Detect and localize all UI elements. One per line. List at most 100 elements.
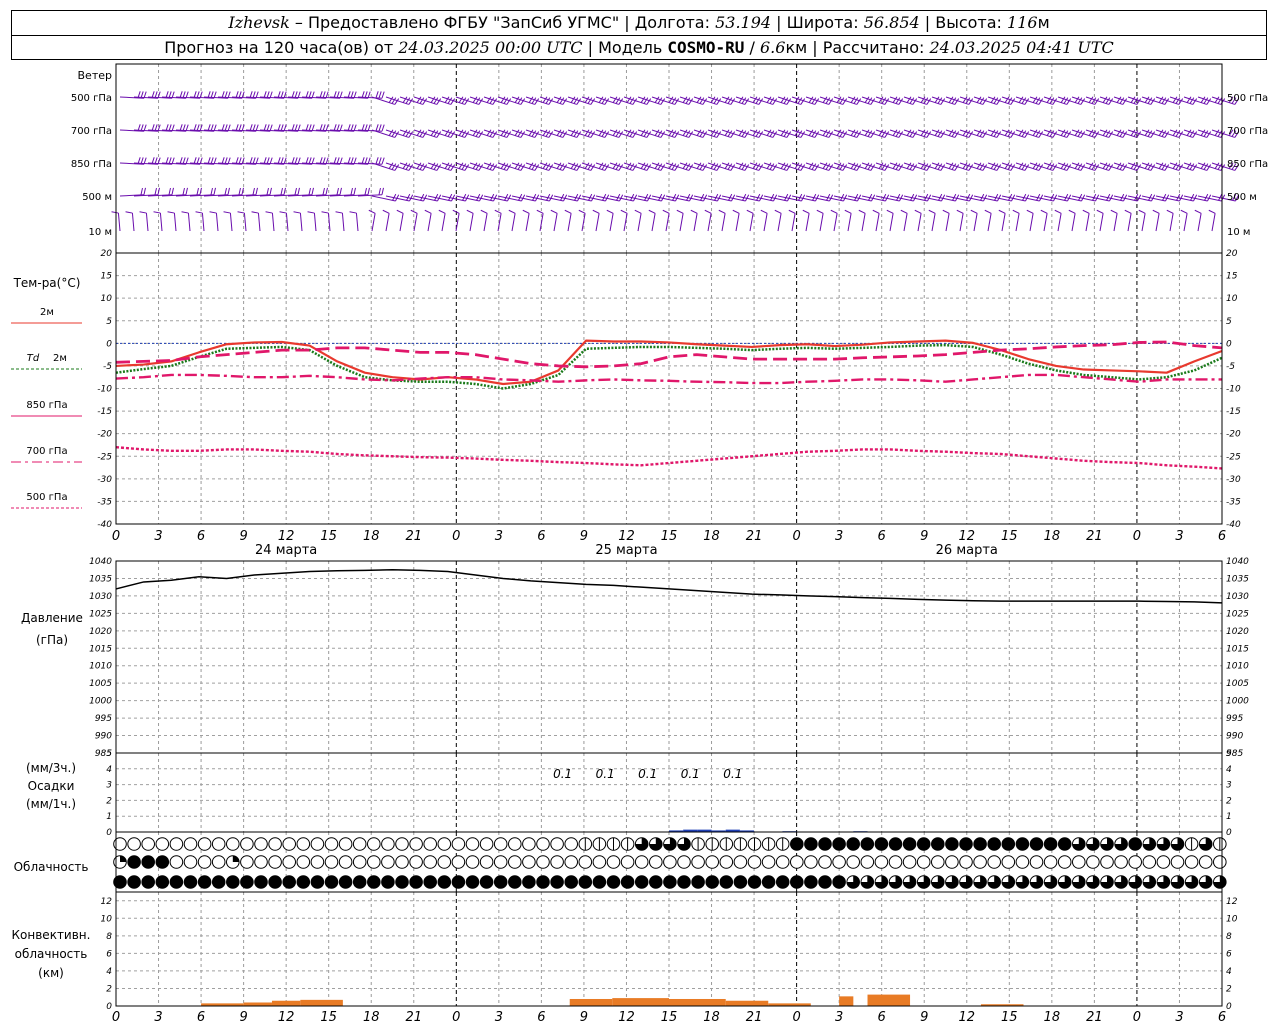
x-tick-label: 12 bbox=[958, 1010, 975, 1024]
x-tick-label: 3 bbox=[835, 1010, 843, 1024]
wind-barb-feather bbox=[1082, 209, 1090, 214]
wind-barb-feather bbox=[590, 164, 596, 171]
wind-barb-feather bbox=[1214, 162, 1220, 169]
precip-label: 0.1 bbox=[638, 767, 657, 781]
wind-barb-staff bbox=[539, 162, 563, 171]
y-tick-label-right: 1000 bbox=[1226, 697, 1249, 707]
wind-barb-feather bbox=[534, 131, 540, 138]
wind-barb-feather bbox=[1192, 131, 1198, 138]
wind-level-left: 500 м bbox=[82, 192, 112, 203]
cloud-fill-full bbox=[1016, 837, 1029, 851]
cloud-fill-full bbox=[381, 875, 395, 889]
wind-barb-feather bbox=[1192, 98, 1198, 105]
cloud-symbol bbox=[550, 837, 564, 851]
wind-barb-feather bbox=[996, 131, 1002, 138]
cloud-symbol bbox=[479, 837, 494, 851]
cloud-symbol bbox=[296, 837, 311, 851]
wind-barb-staff bbox=[959, 162, 983, 171]
cloud-symbol bbox=[902, 837, 917, 851]
y-tick-label-left: -15 bbox=[97, 407, 112, 417]
wind-barb bbox=[1082, 209, 1090, 232]
wind-barb-feather bbox=[1060, 129, 1066, 136]
wind-barb-feather bbox=[378, 124, 382, 132]
cloud-symbol bbox=[634, 875, 649, 889]
cloud-circle bbox=[916, 855, 931, 869]
x-tick-label: 21 bbox=[1086, 529, 1103, 544]
wind-barb-staff bbox=[145, 213, 149, 232]
wind-barb-feather bbox=[461, 97, 467, 104]
wind-barb-feather bbox=[1024, 164, 1030, 171]
wind-barb-feather bbox=[766, 162, 772, 169]
wind-barb-feather bbox=[741, 97, 747, 104]
wind-barb-feather bbox=[590, 98, 596, 105]
wind-barb-feather bbox=[556, 162, 562, 169]
cloud-circle bbox=[409, 855, 423, 869]
wind-barb bbox=[858, 209, 866, 232]
cloud-symbol bbox=[705, 837, 720, 851]
wind-barb-feather bbox=[375, 124, 379, 132]
wind-barb-staff bbox=[861, 213, 866, 232]
wind-barb-feather bbox=[867, 163, 873, 170]
wind-barb-feather bbox=[970, 209, 978, 214]
cloud-circle bbox=[423, 837, 438, 851]
wind-barb-staff bbox=[637, 162, 661, 171]
wind-barb-staff bbox=[1127, 213, 1132, 232]
wind-barb-feather bbox=[1063, 97, 1069, 104]
wind-barb-feather bbox=[853, 163, 859, 170]
wind-barb-feather bbox=[1074, 96, 1080, 103]
wind-barb-staff bbox=[973, 96, 997, 105]
wind-barb bbox=[335, 211, 345, 232]
wind-barb-staff bbox=[567, 96, 591, 105]
cloud-symbol bbox=[395, 875, 409, 889]
wind-barb-feather bbox=[744, 164, 750, 171]
wind-barb-feather bbox=[1161, 97, 1167, 104]
cloud-symbol bbox=[352, 837, 367, 851]
wind-barb-feather bbox=[870, 98, 876, 105]
wind-barb-staff bbox=[539, 96, 563, 105]
cloud-symbol bbox=[634, 855, 649, 869]
cloud-circle bbox=[1029, 855, 1044, 869]
wind-barb-feather bbox=[1147, 97, 1153, 104]
wind-barb-staff bbox=[1001, 162, 1025, 171]
wind-barb-staff bbox=[595, 96, 619, 105]
wind-barb bbox=[139, 211, 149, 232]
legend-t500-label: 500 гПа bbox=[26, 492, 67, 503]
cloud-fill-full bbox=[409, 875, 423, 889]
x-tick-label: 18 bbox=[703, 1010, 720, 1024]
wind-barb-staff bbox=[441, 213, 446, 232]
cloud-symbol bbox=[663, 855, 677, 869]
wind-barb-staff bbox=[1155, 129, 1179, 138]
cloud-symbol bbox=[931, 855, 945, 869]
y-tick-label-right: -30 bbox=[1226, 475, 1241, 485]
cloud-circle bbox=[465, 837, 480, 851]
wind-barb-feather bbox=[598, 96, 604, 103]
x-tick-label: 21 bbox=[746, 529, 763, 544]
cloud-circle bbox=[423, 855, 438, 869]
wind-barb-feather bbox=[1060, 162, 1066, 169]
cloud-fill-full bbox=[325, 875, 338, 889]
y-tick-label-left: 1025 bbox=[89, 609, 112, 619]
wind-barb-feather bbox=[727, 97, 733, 104]
wind-barb-feather bbox=[954, 98, 960, 105]
wind-barb-feather bbox=[1063, 163, 1069, 170]
cloud-circle bbox=[465, 855, 480, 869]
wind-barb-staff bbox=[889, 162, 913, 171]
wind-barb-feather bbox=[626, 129, 632, 136]
y-tick-label-right: 2 bbox=[1226, 984, 1232, 994]
cloud-circle bbox=[155, 837, 170, 851]
wind-barb-feather bbox=[500, 162, 506, 169]
wind-barb-feather bbox=[167, 211, 175, 214]
x-tick-label: 9 bbox=[239, 529, 247, 544]
wind-barb-feather bbox=[968, 164, 974, 171]
cloud-fill-full bbox=[198, 875, 211, 889]
cloud-symbol bbox=[578, 855, 593, 869]
wind-barb-feather bbox=[1186, 96, 1192, 103]
cloud-symbol bbox=[1029, 855, 1044, 869]
cloud-symbol bbox=[437, 837, 452, 851]
cloud-symbol bbox=[226, 855, 240, 869]
wind-barb-staff bbox=[651, 129, 675, 138]
conv-title2: облачность bbox=[15, 947, 88, 961]
wind-barb-feather bbox=[948, 96, 954, 103]
wind-barb-staff bbox=[875, 96, 899, 105]
wind-barb-feather bbox=[436, 131, 442, 138]
